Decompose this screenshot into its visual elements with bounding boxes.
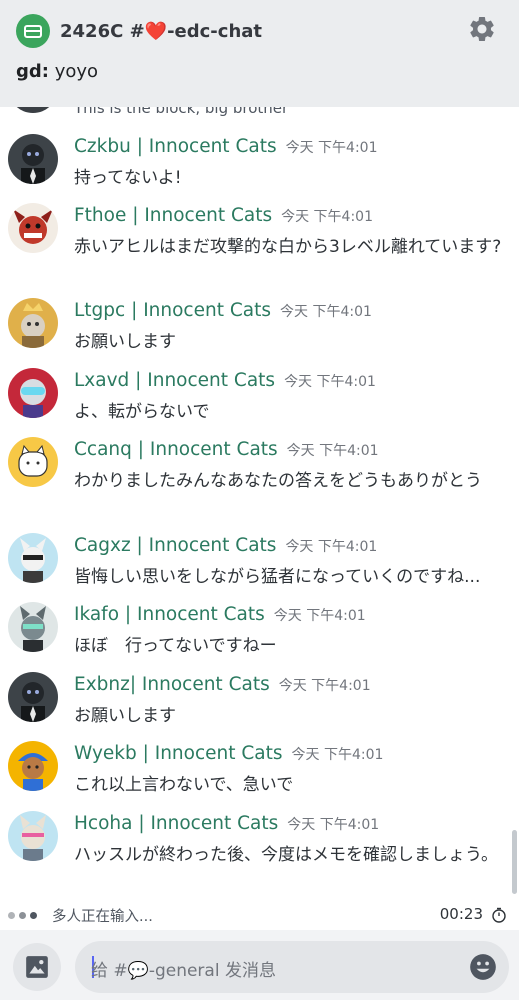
avatar[interactable] <box>8 203 58 253</box>
author-name[interactable]: Cagxz | Innocent Cats <box>74 535 276 556</box>
message-text: よ、転がらないで <box>74 402 210 422</box>
avatar[interactable] <box>8 437 58 487</box>
timestamp: 今天 下午4:01 <box>280 304 372 320</box>
server-icon[interactable] <box>16 14 50 48</box>
avatar[interactable] <box>8 533 58 583</box>
author-name[interactable]: Exbnz| Innocent Cats <box>74 674 270 695</box>
timestamp: 今天 下午4:01 <box>273 608 366 624</box>
emoji-icon[interactable] <box>469 953 497 981</box>
message-text: 赤いアヒルはまだ攻撃的な白から3レベル離れています? <box>74 237 502 257</box>
timestamp: 今天 下午4:01 <box>278 678 371 694</box>
message-text: ほぼ 行ってないですねー <box>74 636 277 656</box>
timer: 00:23 <box>439 905 483 923</box>
scrollbar[interactable] <box>512 830 517 894</box>
message-text: わかりましたみんなあなたの答えをどうもありがとう <box>74 471 482 491</box>
message-composer: 给 #💬-general 发消息 <box>0 930 519 1000</box>
author-name[interactable]: Lxavd | Innocent Cats <box>74 370 275 391</box>
channel-header: 2426C #❤️-edc-chat gd: yoyo <box>0 0 519 107</box>
message-input[interactable]: 给 #💬-general 发消息 <box>75 941 509 993</box>
message-text: ハッスルが終わった後、今度はメモを確認しましょう。 <box>74 845 498 865</box>
gear-icon[interactable] <box>467 14 497 44</box>
message-text: これ以上言わないで、急いで <box>74 775 294 795</box>
topic-author: gd: <box>16 61 49 82</box>
timestamp: 今天 下午4:01 <box>286 443 379 459</box>
channel-name[interactable]: 2426C #❤️-edc-chat <box>60 21 262 42</box>
message-text: 皆悔しい思いをしながら猛者になっていくのですね... <box>74 567 481 587</box>
typing-indicator: 多人正在输入... 00:23 <box>0 900 519 930</box>
image-upload-button[interactable] <box>13 943 61 991</box>
timestamp: 今天 下午4:01 <box>284 374 376 390</box>
avatar[interactable] <box>8 107 58 113</box>
timestamp: 今天 下午4:01 <box>281 209 373 225</box>
avatar[interactable] <box>8 672 58 722</box>
avatar[interactable] <box>8 368 58 418</box>
message-list[interactable]: This is the block, big brother Czkbu | I… <box>0 107 519 900</box>
image-icon <box>26 956 48 978</box>
timestamp: 今天 下午4:01 <box>285 140 378 156</box>
timestamp: 今天 下午4:01 <box>285 539 378 555</box>
author-name[interactable]: Fthoe | Innocent Cats <box>74 205 272 226</box>
avatar[interactable] <box>8 741 58 791</box>
author-name[interactable]: Ccanq | Innocent Cats <box>74 439 278 460</box>
topic-text: yoyo <box>48 61 99 82</box>
timestamp: 今天 下午4:01 <box>287 817 380 833</box>
avatar[interactable] <box>8 298 58 348</box>
message-text: お願いします <box>74 706 176 726</box>
typing-dots-icon <box>8 912 37 919</box>
author-name[interactable]: Ikafo | Innocent Cats <box>74 604 265 625</box>
author-name[interactable]: Ltgpc | Innocent Cats <box>74 300 271 321</box>
avatar[interactable] <box>8 811 58 861</box>
message-text: 持ってないよ! <box>74 168 182 188</box>
author-name[interactable]: Czkbu | Innocent Cats <box>74 136 277 157</box>
message-text: This is the block, big brother <box>74 107 289 117</box>
author-name[interactable]: Hcoha | Innocent Cats <box>74 813 278 834</box>
timestamp: 今天 下午4:01 <box>291 747 384 763</box>
message-text: お願いします <box>74 332 176 352</box>
message-input-placeholder: 给 #💬-general 发消息 <box>91 961 276 981</box>
author-name[interactable]: Wyekb | Innocent Cats <box>74 743 283 764</box>
channel-title-row[interactable]: 2426C #❤️-edc-chat <box>16 14 262 48</box>
channel-topic: gd: yoyo <box>16 61 98 82</box>
stopwatch-icon <box>492 907 506 923</box>
typing-text: 多人正在输入... <box>52 909 153 925</box>
avatar[interactable] <box>8 602 58 652</box>
avatar[interactable] <box>8 134 58 184</box>
